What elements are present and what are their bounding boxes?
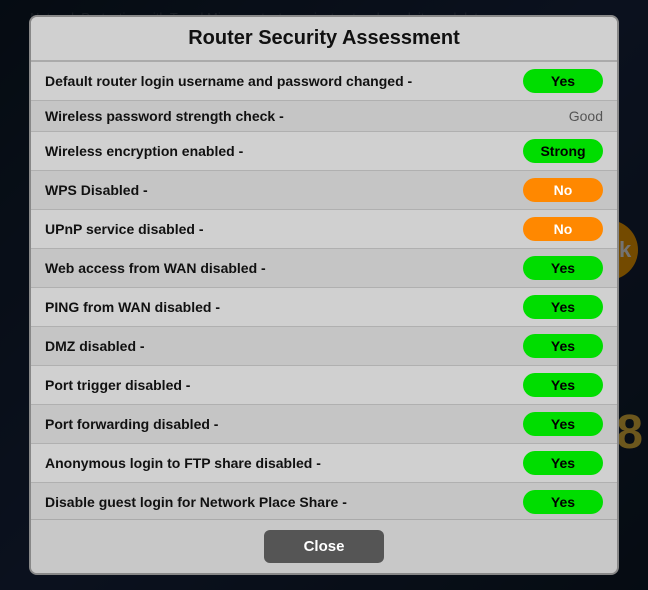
status-badge: Yes [523,69,603,93]
table-row: Wireless encryption enabled -Strong [31,132,617,171]
table-row: Port trigger disabled -Yes [31,366,617,405]
table-row: DMZ disabled -Yes [31,327,617,366]
status-badge: Yes [523,256,603,280]
table-row: Port forwarding disabled -Yes [31,405,617,444]
table-row: Web access from WAN disabled -Yes [31,249,617,288]
status-badge: Good [523,108,603,124]
status-badge: Yes [523,334,603,358]
table-row: UPnP service disabled -No [31,210,617,249]
status-badge: Yes [523,490,603,514]
status-badge: Yes [523,295,603,319]
status-badge: Yes [523,451,603,475]
check-label: Port trigger disabled - [45,377,523,393]
modal-footer: Close [31,519,617,573]
table-row: Disable guest login for Network Place Sh… [31,483,617,519]
status-badge: Yes [523,412,603,436]
modal-body[interactable]: Default router login username and passwo… [31,62,617,519]
check-label: PING from WAN disabled - [45,299,523,315]
status-badge: Yes [523,373,603,397]
check-label: Web access from WAN disabled - [45,260,523,276]
check-label: Wireless password strength check - [45,108,523,124]
table-row: WPS Disabled -No [31,171,617,210]
check-label: DMZ disabled - [45,338,523,354]
status-badge: No [523,217,603,241]
check-label: Port forwarding disabled - [45,416,523,432]
check-label: Wireless encryption enabled - [45,143,523,159]
table-row: PING from WAN disabled -Yes [31,288,617,327]
check-label: WPS Disabled - [45,182,523,198]
modal-overlay: Router Security Assessment Default route… [0,0,648,590]
table-row: Default router login username and passwo… [31,62,617,101]
router-security-modal: Router Security Assessment Default route… [29,15,619,575]
table-row: Anonymous login to FTP share disabled -Y… [31,444,617,483]
check-label: Disable guest login for Network Place Sh… [45,494,523,510]
check-label: UPnP service disabled - [45,221,523,237]
check-label: Default router login username and passwo… [45,73,523,89]
table-row: Wireless password strength check -Good [31,101,617,132]
status-badge: No [523,178,603,202]
check-label: Anonymous login to FTP share disabled - [45,455,523,471]
close-button[interactable]: Close [264,530,385,563]
modal-title: Router Security Assessment [31,17,617,62]
status-badge: Strong [523,139,603,163]
